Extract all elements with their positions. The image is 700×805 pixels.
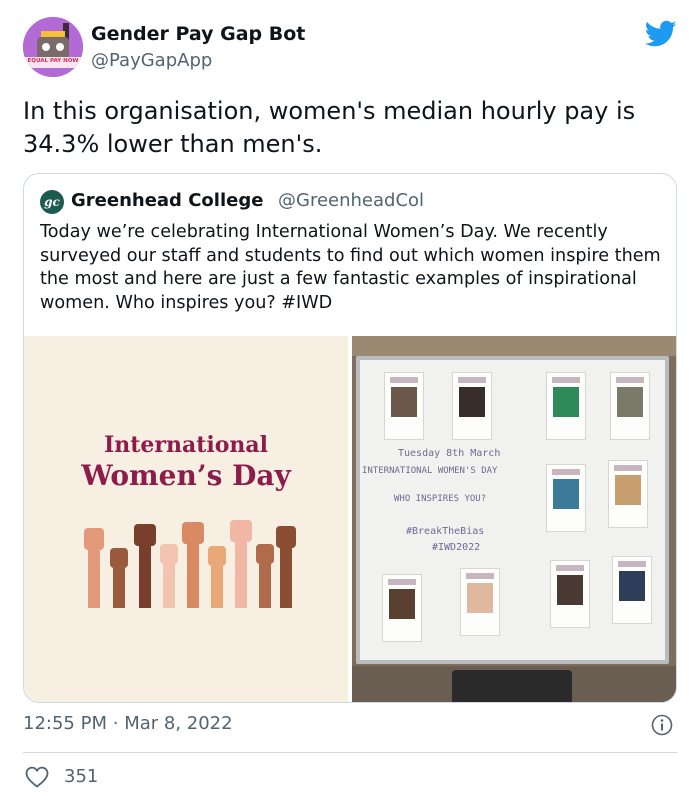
tweet-card: EQUAL PAY NOW Gender Pay Gap Bot @PayGap… <box>0 0 700 805</box>
board-tag-iwd2022: #IWD2022 <box>432 542 481 553</box>
board-title-text: INTERNATIONAL WOMEN'S DAY <box>362 466 498 476</box>
author-handle[interactable]: @PayGapApp <box>91 50 212 71</box>
chair <box>452 670 572 702</box>
board-tag-breakthebias: #BreakTheBias <box>406 526 485 537</box>
iwd-graphic-line1: International <box>103 432 269 458</box>
timestamp-separator: · <box>112 713 119 734</box>
poster <box>384 372 424 440</box>
tweet-time: 12:55 PM <box>23 713 107 734</box>
tweet-date: Mar 8, 2022 <box>124 713 233 734</box>
heart-icon[interactable] <box>24 765 50 789</box>
tweet-timestamp[interactable]: 12:55 PM · Mar 8, 2022 <box>23 713 233 734</box>
robot-avatar-icon <box>23 17 83 77</box>
whiteboard: Tuesday 8th March INTERNATIONAL WOMEN'S … <box>356 356 669 664</box>
whiteboard-photo-image[interactable]: Tuesday 8th March INTERNATIONAL WOMEN'S … <box>352 336 676 702</box>
quoted-author-handle: @GreenheadCol <box>278 190 425 211</box>
footer-divider <box>23 752 677 753</box>
poster <box>546 464 586 532</box>
info-icon[interactable] <box>651 714 673 736</box>
quoted-tweet-text: Today we’re celebrating International Wo… <box>40 222 661 313</box>
poster <box>612 556 652 624</box>
poster <box>608 460 648 528</box>
like-count[interactable]: 351 <box>64 766 98 787</box>
author-name[interactable]: Gender Pay Gap Bot <box>91 23 305 45</box>
greenhead-logo-icon: gc <box>40 190 64 214</box>
board-question-text: WHO INSPIRES YOU? <box>394 494 487 504</box>
quoted-tweet[interactable]: gc Greenhead College @GreenheadCol Today… <box>23 173 677 703</box>
twitter-bird-icon[interactable] <box>645 20 677 48</box>
poster <box>452 372 492 440</box>
poster <box>460 568 500 636</box>
poster <box>382 574 422 642</box>
poster <box>550 560 590 628</box>
avatar-banner-text: EQUAL PAY NOW <box>27 58 79 64</box>
iwd-graphic-image[interactable]: International Women’s Day <box>24 336 348 702</box>
poster <box>610 372 650 440</box>
author-avatar[interactable]: EQUAL PAY NOW <box>23 17 83 77</box>
quoted-author-name: Greenhead College <box>71 190 264 211</box>
raised-fists-icon <box>84 520 296 608</box>
tweet-text: In this organisation, women's median hou… <box>23 97 636 158</box>
iwd-graphic-line2: Women’s Day <box>81 459 291 492</box>
photo-wall <box>352 336 676 356</box>
iwd-graphic-title: International Women’s Day <box>24 431 348 493</box>
board-date-text: Tuesday 8th March <box>398 448 501 459</box>
poster <box>546 372 586 440</box>
